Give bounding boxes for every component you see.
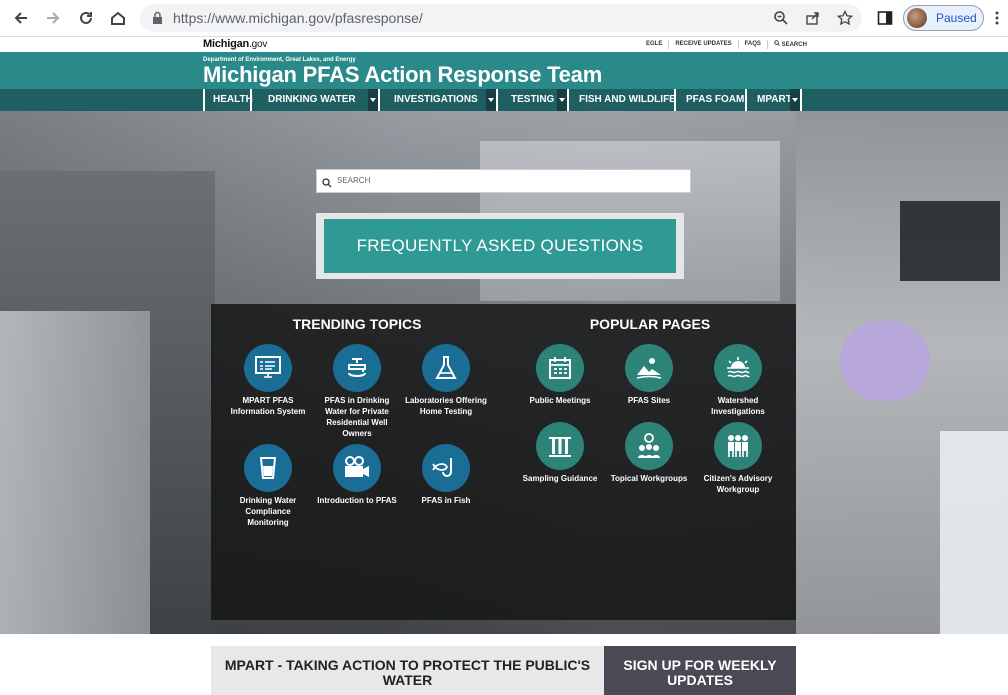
profile-status: Paused — [936, 11, 977, 25]
url-text: https://www.michigan.gov/pfasresponse/ — [173, 10, 423, 26]
tile-laboratories-home-testing[interactable]: Laboratories Offering Home Testing — [404, 344, 488, 417]
lab-coat-image — [940, 431, 1008, 634]
address-bar[interactable]: https://www.michigan.gov/pfasresponse/ — [140, 4, 862, 32]
flask-icon — [422, 344, 470, 392]
util-link-faqs[interactable]: FAQS — [737, 40, 767, 49]
site-banner: Department of Environment, Great Lakes, … — [0, 52, 1008, 89]
chevron-down-icon[interactable] — [790, 89, 800, 111]
tile-watershed-investigations[interactable]: Watershed Investigations — [696, 344, 780, 417]
nav-item-mpart[interactable]: MPART — [745, 89, 802, 111]
nav-item-health[interactable]: HEALTH — [203, 89, 253, 111]
tile-topical-workgroups[interactable]: Topical Workgroups — [607, 422, 691, 484]
tile-public-meetings[interactable]: Public Meetings — [518, 344, 602, 406]
people-icon — [714, 422, 762, 470]
avatar — [907, 8, 927, 28]
faq-button[interactable]: FREQUENTLY ASKED QUESTIONS — [324, 219, 676, 273]
zoom-icon[interactable] — [772, 9, 790, 27]
bottom-cards: MPART - TAKING ACTION TO PROTECT THE PUB… — [0, 634, 1008, 695]
monitor-image — [900, 201, 1000, 281]
nav-item-testing[interactable]: TESTING — [496, 89, 567, 111]
group-idea-icon — [625, 422, 673, 470]
weekly-updates-signup[interactable]: SIGN UP FOR WEEKLY UPDATES — [604, 646, 796, 695]
menu-dots-icon[interactable] — [986, 7, 1008, 29]
profile-button[interactable]: Paused — [903, 5, 984, 31]
monitor-list-icon — [244, 344, 292, 392]
main-navigation: HEALTH DRINKING WATER INVESTIGATIONS TES… — [0, 89, 1008, 111]
tile-mpart-pfas-information-system[interactable]: MPART PFAS Information System — [226, 344, 310, 417]
lock-icon — [152, 11, 163, 30]
fish-hook-icon — [422, 444, 470, 492]
water-glass-icon — [244, 444, 292, 492]
chevron-down-icon[interactable] — [557, 89, 567, 111]
browser-chrome: https://www.michigan.gov/pfasresponse/ P… — [0, 0, 1008, 37]
site-title[interactable]: Michigan PFAS Action Response Team — [203, 62, 602, 88]
home-icon[interactable] — [107, 7, 129, 29]
tile-pfas-sites[interactable]: PFAS Sites — [607, 344, 691, 406]
popular-pages-heading: POPULAR PAGES — [589, 316, 711, 332]
landscape-icon — [625, 344, 673, 392]
side-panel-icon[interactable] — [874, 7, 896, 29]
util-link-egle[interactable]: EGLE — [640, 40, 668, 49]
search-placeholder: SEARCH — [337, 176, 371, 185]
tile-pfas-in-fish[interactable]: PFAS in Fish — [404, 444, 488, 506]
util-link-receive-updates[interactable]: RECEIVE UPDATES — [668, 40, 737, 49]
search-icon — [322, 175, 332, 193]
sunset-water-icon — [714, 344, 762, 392]
nav-item-pfas-foam[interactable]: PFAS FOAM — [674, 89, 745, 111]
util-link-search[interactable]: SEARCH — [766, 40, 813, 49]
bookmark-star-icon[interactable] — [836, 9, 854, 27]
nav-item-investigations[interactable]: INVESTIGATIONS — [378, 89, 496, 111]
michigan-gov-logo[interactable]: Michigan.gov — [203, 38, 267, 50]
tile-sampling-guidance[interactable]: Sampling Guidance — [518, 422, 602, 484]
utility-bar: Michigan.gov EGLE RECEIVE UPDATES FAQS S… — [0, 37, 1008, 52]
forward-arrow-icon[interactable] — [42, 7, 64, 29]
tile-introduction-to-pfas[interactable]: Introduction to PFAS — [315, 444, 399, 506]
back-arrow-icon[interactable] — [10, 7, 32, 29]
share-icon[interactable] — [804, 9, 822, 27]
tile-drinking-water-compliance[interactable]: Drinking Water Compliance Monitoring — [226, 444, 310, 528]
tile-pfas-drinking-water-wells[interactable]: PFAS in Drinking Water for Private Resid… — [315, 344, 399, 439]
search-input[interactable]: SEARCH — [316, 169, 691, 193]
gloved-hand-image — [840, 321, 930, 401]
faq-frame: FREQUENTLY ASKED QUESTIONS — [316, 213, 684, 279]
reload-icon[interactable] — [75, 7, 97, 29]
topics-panel: TRENDING TOPICS POPULAR PAGES MPART PFAS… — [211, 304, 796, 620]
tile-citizens-advisory-workgroup[interactable]: Citizen's Advisory Workgroup — [696, 422, 780, 495]
nav-item-drinking-water[interactable]: DRINKING WATER — [250, 89, 378, 111]
trending-topics-heading: TRENDING TOPICS — [292, 316, 422, 332]
instrument-image — [0, 311, 150, 634]
nav-item-fish-wildlife[interactable]: FISH AND WILDLIFE — [567, 89, 676, 111]
video-camera-icon — [333, 444, 381, 492]
hero-section: SEARCH FREQUENTLY ASKED QUESTIONS TRENDI… — [0, 111, 1008, 634]
search-icon — [774, 40, 780, 46]
chevron-down-icon[interactable] — [486, 89, 496, 111]
faucet-icon — [333, 344, 381, 392]
mpart-action-card[interactable]: MPART - TAKING ACTION TO PROTECT THE PUB… — [211, 646, 604, 695]
calendar-icon — [536, 344, 584, 392]
chevron-down-icon[interactable] — [368, 89, 378, 111]
utility-links: EGLE RECEIVE UPDATES FAQS SEARCH — [640, 40, 813, 49]
test-tubes-icon — [536, 422, 584, 470]
